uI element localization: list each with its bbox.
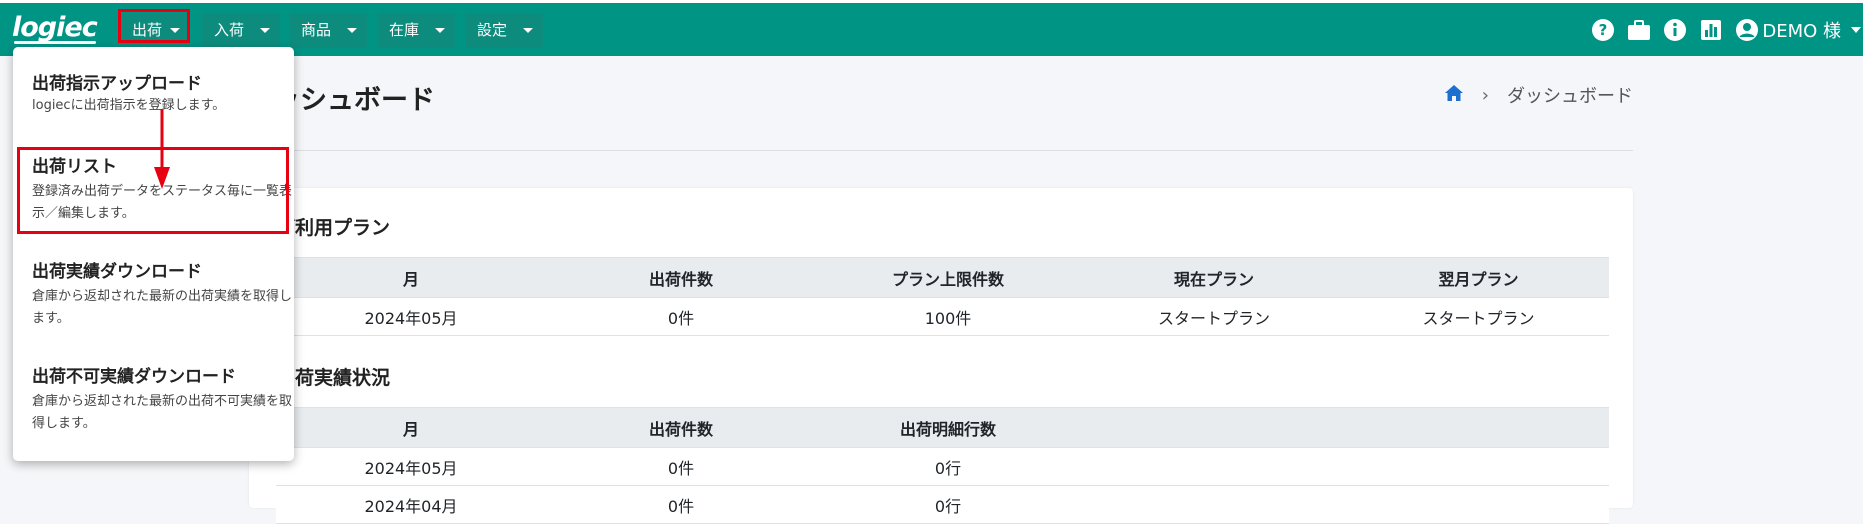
shipping-status-table: 月 出荷件数 出荷明細行数 2024年05月 0件 0行 2024年04月 0件…: [276, 407, 1609, 524]
table-header-row: 月 出荷件数 プラン上限件数 現在プラン 翌月プラン: [276, 257, 1609, 298]
menu-shipping[interactable]: 出荷: [120, 13, 190, 48]
chevron-down-icon: [347, 28, 357, 33]
chevron-down-icon: [170, 28, 180, 33]
chevron-down-icon: [523, 28, 533, 33]
column-header: [1080, 407, 1348, 448]
dropdown-item-title: 出荷指示アップロード: [32, 74, 202, 94]
menu-receiving-label: 入荷: [214, 21, 245, 39]
logo-underline: [14, 41, 96, 44]
info-icon[interactable]: [1662, 17, 1688, 43]
table-cell: 2024年05月: [276, 447, 546, 486]
dropdown-item-title: 出荷不可実績ダウンロード: [32, 367, 236, 387]
table-row: 2024年05月 0件 0行: [276, 447, 1609, 486]
column-header: [1348, 407, 1609, 448]
table-cell: 0件: [546, 447, 816, 486]
column-header: 翌月プラン: [1348, 257, 1609, 298]
column-header: 月: [276, 407, 546, 448]
breadcrumb-current: ダッシュボード: [1507, 86, 1633, 107]
table-cell: [1080, 447, 1348, 486]
table-cell: スタートプラン: [1080, 297, 1348, 336]
nav-right-icons: ? DEMO 様: [1590, 15, 1863, 45]
dropdown-item-shipping-results-download[interactable]: 出荷実績ダウンロード 倉庫から返却された最新の出荷実績を取得します。: [13, 261, 294, 330]
usage-plan-table: 月 出荷件数 プラン上限件数 現在プラン 翌月プラン 2024年05月 0件 1…: [276, 257, 1609, 336]
chevron-down-icon[interactable]: [1851, 27, 1861, 33]
breadcrumb-separator: ›: [1481, 84, 1489, 106]
table-cell: 2024年04月: [276, 485, 546, 524]
chevron-down-icon: [260, 28, 270, 33]
table-cell: スタートプラン: [1348, 297, 1609, 336]
app-logo[interactable]: logiec: [12, 13, 98, 43]
user-name[interactable]: DEMO 様: [1762, 17, 1841, 43]
user-circle-icon[interactable]: [1734, 17, 1760, 43]
column-header: 現在プラン: [1080, 257, 1348, 298]
menu-receiving[interactable]: 入荷: [202, 13, 280, 48]
table-header-row: 月 出荷件数 出荷明細行数: [276, 407, 1609, 448]
table-cell: [1348, 485, 1609, 524]
table-row: 2024年04月 0件 0行: [276, 485, 1609, 524]
table-cell: 0行: [816, 485, 1080, 524]
menu-products[interactable]: 商品: [289, 13, 367, 48]
table-cell: [1080, 485, 1348, 524]
svg-text:?: ?: [1599, 21, 1608, 39]
table-row: 2024年05月 0件 100件 スタートプラン スタートプラン: [276, 297, 1609, 336]
table-cell: 0件: [546, 485, 816, 524]
dropdown-item-title: 出荷実績ダウンロード: [32, 262, 202, 282]
table-cell: 0件: [546, 297, 816, 336]
help-icon[interactable]: ?: [1590, 17, 1616, 43]
menu-inventory[interactable]: 在庫: [377, 13, 455, 48]
table-cell: 0行: [816, 447, 1080, 486]
table-cell: 2024年05月: [276, 297, 546, 336]
breadcrumb: › ダッシュボード: [1444, 82, 1633, 108]
menu-products-label: 商品: [301, 21, 332, 39]
chevron-down-icon: [435, 28, 445, 33]
column-header: 月: [276, 257, 546, 298]
menu-shipping-label: 出荷: [132, 21, 163, 39]
chart-icon[interactable]: [1698, 17, 1724, 43]
menu-settings[interactable]: 設定: [465, 13, 543, 48]
column-header: 出荷件数: [546, 257, 816, 298]
shipping-dropdown-menu: 出荷指示アップロード logiecに出荷指示を登録します。 出荷リスト 登録済み…: [13, 47, 294, 461]
table-cell: [1348, 447, 1609, 486]
table-cell: 100件: [816, 297, 1080, 336]
header-divider: [249, 150, 1633, 151]
dropdown-item-unshippable-download[interactable]: 出荷不可実績ダウンロード 倉庫から返却された最新の出荷不可実績を取得します。: [13, 366, 294, 435]
dropdown-item-desc: 倉庫から返却された最新の出荷不可実績を取得します。: [32, 394, 293, 431]
briefcase-icon[interactable]: [1626, 17, 1652, 43]
menu-inventory-label: 在庫: [389, 21, 420, 39]
column-header: プラン上限件数: [816, 257, 1080, 298]
arrow-down-icon: [154, 109, 170, 189]
menu-settings-label: 設定: [477, 21, 508, 39]
dropdown-item-desc: 倉庫から返却された最新の出荷実績を取得します。: [32, 289, 293, 326]
column-header: 出荷明細行数: [816, 407, 1080, 448]
column-header: 出荷件数: [546, 407, 816, 448]
home-icon[interactable]: [1444, 84, 1464, 107]
